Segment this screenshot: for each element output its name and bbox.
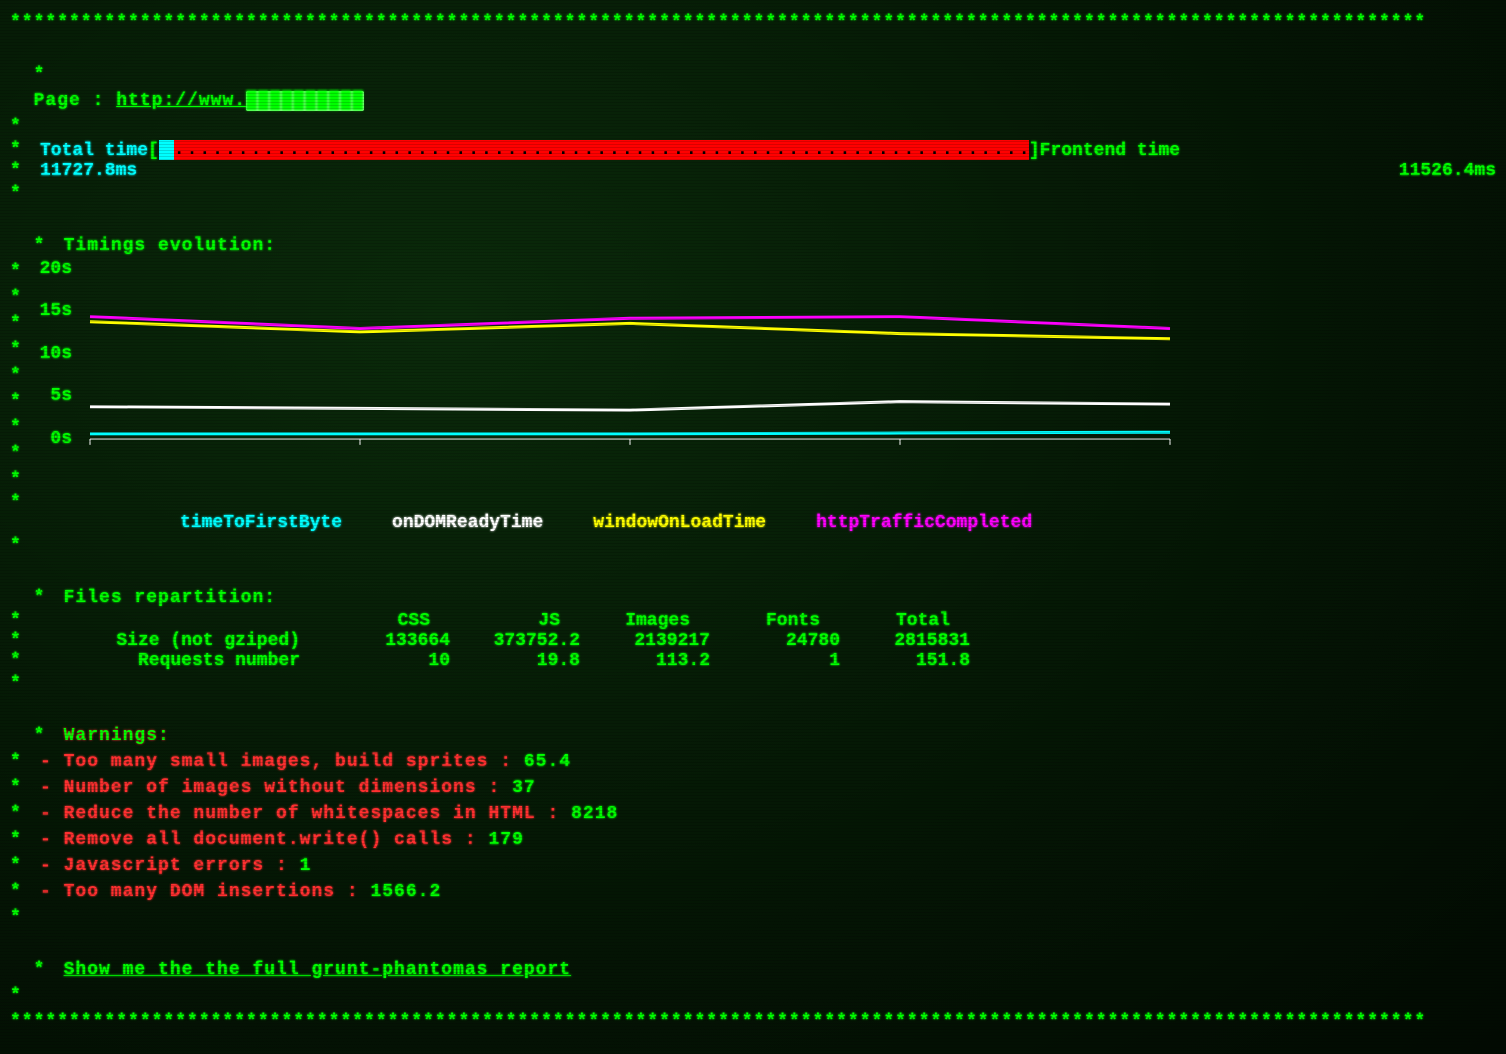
- timings-title: Timings evolution:: [64, 236, 276, 256]
- chart-y-tick: 20s: [40, 259, 72, 279]
- frontend-time-value: 11526.4ms: [1399, 161, 1496, 181]
- chart-y-tick: 0s: [50, 429, 72, 449]
- files-title: Files repartition:: [64, 588, 276, 608]
- chart-y-tick: 15s: [40, 301, 72, 321]
- legend-httpTrafficCompleted: httpTrafficCompleted: [816, 513, 1032, 533]
- report-link-row: * Show me the the full grunt-phantomas r…: [10, 931, 1496, 983]
- page-url-redacted: ██████████: [246, 91, 364, 111]
- table-row: * Size (not gziped)133664373752.22139217…: [10, 631, 1496, 651]
- table-header: Total: [820, 611, 950, 631]
- chart-svg: [80, 259, 1180, 459]
- warning-item: * - Remove all document.write() calls : …: [10, 827, 1496, 853]
- chart-y-tick: 5s: [50, 386, 72, 406]
- backend-bar: [159, 140, 174, 160]
- legend-row-wrap: * timeToFirstByteonDOMReadyTimewindowOnL…: [10, 493, 1496, 533]
- frontend-bar: ........................................…: [174, 140, 1029, 160]
- chart-series-timeToFirstByte: [90, 432, 1170, 434]
- spacer: *: [10, 671, 1496, 697]
- border-top: ****************************************…: [10, 10, 1496, 36]
- warnings-title-row: * Warnings:: [10, 697, 1496, 749]
- files-title-row: * Files repartition:: [10, 559, 1496, 611]
- chart-series-onDOMReadyTime: [90, 401, 1170, 410]
- legend-onDOMReadyTime: onDOMReadyTime: [392, 513, 543, 533]
- page-line: * Page : http://www.██████████: [10, 36, 1496, 114]
- table-header: Fonts: [690, 611, 820, 631]
- warning-item: * - Too many small images, build sprites…: [10, 749, 1496, 775]
- legend-windowOnLoadTime: windowOnLoadTime: [593, 513, 766, 533]
- total-time-value: 11727.8ms: [40, 161, 137, 181]
- chart-y-tick: 10s: [40, 344, 72, 364]
- spacer: *: [10, 467, 1496, 493]
- frontend-time-label: Frontend time: [1040, 141, 1180, 161]
- page-label: Page :: [34, 91, 117, 111]
- table-header: JS: [430, 611, 560, 631]
- spacer: *: [10, 905, 1496, 931]
- legend-timeToFirstByte: timeToFirstByte: [180, 513, 342, 533]
- spacer: *: [10, 533, 1496, 559]
- table-header: CSS: [300, 611, 430, 631]
- warning-item: * - Number of images without dimensions …: [10, 775, 1496, 801]
- total-time-label: Total time: [40, 141, 148, 161]
- table-header: Images: [560, 611, 690, 631]
- spacer: *: [10, 114, 1496, 140]
- timings-chart: 0s5s10s15s20s: [80, 259, 1180, 467]
- table-row: * Requests number1019.8113.21151.8: [10, 651, 1496, 671]
- page-url[interactable]: http://www.██████████: [116, 91, 364, 111]
- border-bottom: ****************************************…: [10, 1009, 1496, 1035]
- warning-item: * - Javascript errors : 1: [10, 853, 1496, 879]
- warnings-title: Warnings:: [64, 726, 170, 746]
- spacer: *: [10, 181, 1496, 207]
- time-values-row: * 11727.8ms 11526.4ms: [10, 161, 1496, 181]
- spacer: *: [10, 983, 1496, 1009]
- timings-title-row: * Timings evolution:: [10, 207, 1496, 259]
- warning-item: * - Too many DOM insertions : 1566.2: [10, 879, 1496, 905]
- report-link[interactable]: Show me the the full grunt-phantomas rep…: [64, 960, 571, 980]
- time-bar-row: * Total time[...........................…: [10, 140, 1496, 161]
- legend-row: timeToFirstByte onDOMReadyTime windowOnLoa…: [40, 513, 1496, 533]
- warning-item: * - Reduce the number of whitespaces in …: [10, 801, 1496, 827]
